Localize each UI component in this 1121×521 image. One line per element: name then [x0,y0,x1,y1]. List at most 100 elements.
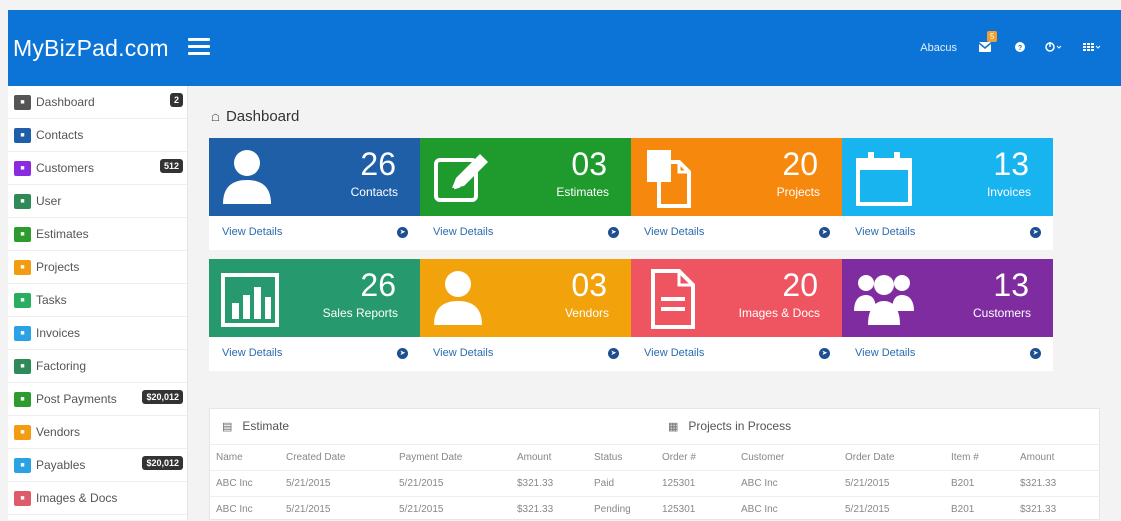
sidebar-item-projects[interactable]: ■ Projects [8,251,187,284]
payables-icon: ■ [14,457,31,473]
column-header: Name [216,452,243,463]
view-details-link[interactable]: View Details ➤ [842,216,1053,250]
sidebar-item-label: User [36,194,62,208]
view-details-link[interactable]: View Details ➤ [842,337,1053,371]
sidebar-item-estimates[interactable]: ■ Estimates [8,218,187,251]
user-name[interactable]: Abacus [920,42,957,54]
sidebar-item-payables[interactable]: ■ Payables $20,012 [8,449,187,482]
stat-tile-header: 26 Sales Reports [209,259,420,337]
stat-tile-customers: 13 Customers View Details ➤ [842,259,1053,371]
table-cell: 5/21/2015 [399,478,444,489]
page-title-label: Dashboard [225,108,300,125]
stat-tile-contacts: 26 Contacts View Details ➤ [209,138,420,250]
table-cell: B201 [951,504,975,515]
brand-logo[interactable]: MyBizPad.com [13,35,169,62]
table-row[interactable]: ABC Inc 5/21/2015 5/21/2015 $321.33 Paid 1253… [210,470,1101,495]
column-header: Status [594,452,623,463]
sidebar-item-label: Estimates [36,227,89,241]
view-details-label: View Details [855,347,916,359]
stat-count: 26 [360,146,396,182]
table-cell: ABC Inc [216,504,253,515]
arrow-right-circle-icon: ➤ [608,348,619,359]
table-row[interactable]: ABC Inc 5/21/2015 5/21/2015 $321.33 Pending 1… [210,496,1101,521]
stat-tile-header: 26 Contacts [209,138,420,216]
table-cell: Paid [594,478,615,489]
user-icon: ■ [14,193,31,209]
column-header: Amount [1020,452,1055,463]
sidebar-item-dashboard[interactable]: ■ Dashboard 2 [8,86,187,119]
stat-tile-header: 13 Invoices [842,138,1053,216]
table-header-row: Name Created Date Payment Date Amount Status… [210,444,1101,469]
customers-icon: ■ [14,160,31,176]
table-cell: 5/21/2015 [845,504,890,515]
power-menu-icon[interactable] [1045,41,1063,55]
stat-tile-header: 20 Projects [631,138,842,216]
stat-count: 13 [993,267,1029,303]
sidebar-item-tasks[interactable]: ■ Tasks [8,284,187,317]
sidebar-badge: $20,012 [142,390,183,404]
sidebar-badge: $20,012 [142,456,183,470]
view-details-link[interactable]: View Details ➤ [209,216,420,250]
stat-label: Vendors [564,306,609,320]
stat-count: 20 [782,267,818,303]
view-details-link[interactable]: View Details ➤ [209,337,420,371]
table-cell: $321.33 [1020,478,1057,489]
view-details-link[interactable]: View Details ➤ [631,337,842,371]
sidebar-item-contacts[interactable]: ■ Contacts [8,119,187,152]
mail-count-badge: 5 [987,30,998,42]
stat-label: Sales Reports [322,306,398,320]
apps-grid-icon[interactable] [1083,41,1101,55]
sidebar-item-vendors[interactable]: ■ Vendors [8,416,187,449]
table-cell: 125301 [662,504,696,515]
sidebar-item-factoring[interactable]: ■ Factoring [8,350,187,383]
svg-text:?: ? [1018,45,1022,52]
column-header: Amount [517,452,552,463]
sidebar-item-post-payments[interactable]: ■ Post Payments $20,012 [8,383,187,416]
stat-tile-vendors: 03 Vendors View Details ➤ [420,259,631,371]
stat-label: Images & Docs [738,306,820,320]
stat-count: 13 [993,146,1029,182]
sidebar-item-customers[interactable]: ■ Customers 512 [8,152,187,185]
view-details-link[interactable]: View Details ➤ [420,337,631,371]
help-icon[interactable]: ? [1015,41,1025,55]
table-cell: 5/21/2015 [286,504,331,515]
edit-icon [430,146,496,208]
folder-icon: ▦ [668,420,679,433]
sidebar-item-label: Payables [36,458,86,472]
view-details-label: View Details [222,347,283,359]
sidebar-item-label: Invoices [36,326,81,340]
sidebar-item-invoices[interactable]: ■ Invoices [8,317,187,350]
sidebar-item-label: Projects [36,260,80,274]
stat-label: Projects [776,185,820,199]
hamburger-menu-icon[interactable] [188,38,210,56]
column-header: Order Date [845,452,895,463]
table-cell: $321.33 [517,478,554,489]
arrow-right-circle-icon: ➤ [819,227,830,238]
tasks-icon: ■ [14,292,31,308]
stat-tile-header: 20 Images & Docs [631,259,842,337]
column-header: Item # [951,452,979,463]
mail-icon[interactable]: 5 [978,30,998,55]
projects-icon: ■ [14,259,31,275]
estimate-panel-header: ▤ Estimate [222,409,289,443]
projects-panel-title: Projects in Process [688,419,792,433]
table-cell: Pending [594,504,631,515]
invoices-icon: ■ [14,325,31,341]
table-cell: $321.33 [517,504,554,515]
dashboard-icon: ■ [14,94,31,110]
arrow-right-circle-icon: ➤ [397,348,408,359]
arrow-right-circle-icon: ➤ [1030,348,1041,359]
column-header: Customer [741,452,785,463]
sidebar-item-user[interactable]: ■ User [8,185,187,218]
view-details-link[interactable]: View Details ➤ [631,216,842,250]
table-cell: B201 [951,478,975,489]
view-details-label: View Details [644,226,705,238]
sidebar-item-images-docs[interactable]: ■ Images & Docs [8,482,187,515]
sidebar-item-label: Images & Docs [36,491,118,505]
sidebar-item-label: Dashboard [36,95,95,109]
column-header: Order # [662,452,696,463]
bar-chart-icon [219,267,285,329]
stat-label: Contacts [350,185,398,199]
view-details-label: View Details [855,226,916,238]
view-details-link[interactable]: View Details ➤ [420,216,631,250]
